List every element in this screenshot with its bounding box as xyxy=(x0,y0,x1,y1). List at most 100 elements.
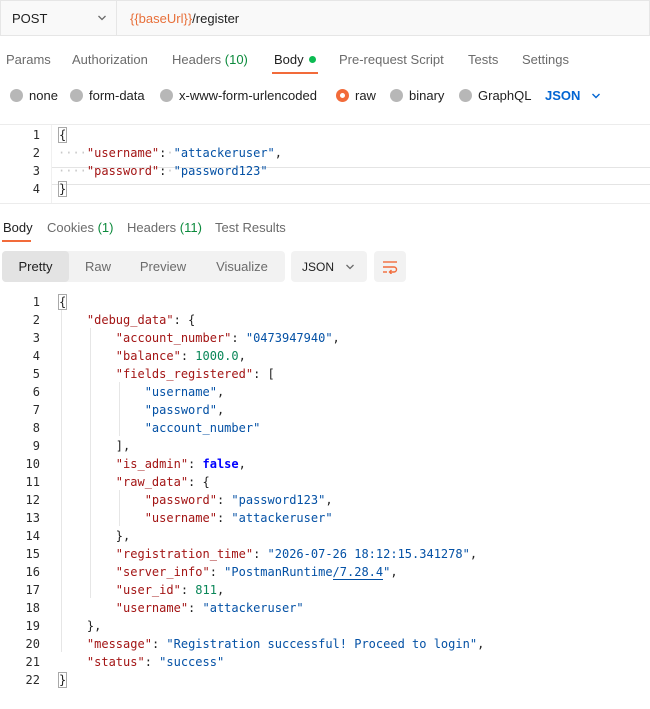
code-line: "status": "success" xyxy=(86,655,225,669)
line-number: 3 xyxy=(32,164,40,178)
response-headers-count: (11) xyxy=(179,220,202,235)
url-input[interactable]: {{baseUrl}}/register xyxy=(116,0,650,36)
cookies-count: (1) xyxy=(97,220,114,235)
line-number: 15 xyxy=(25,547,40,561)
radio-selected-icon xyxy=(336,89,349,102)
gutter-divider xyxy=(51,125,52,203)
line-number: 16 xyxy=(25,565,40,579)
code-line: ····"username":·"attackeruser", xyxy=(58,146,283,160)
wrap-lines-icon xyxy=(383,260,398,274)
mode-form-data[interactable]: form-data xyxy=(70,88,145,103)
code-line: ], xyxy=(115,439,131,453)
chevron-down-icon xyxy=(346,264,354,269)
url-variable: {{baseUrl}} xyxy=(130,10,193,26)
code-line: "username": "attackeruser" xyxy=(144,511,333,525)
line-number: 1 xyxy=(32,295,40,309)
mode-binary[interactable]: binary xyxy=(390,88,444,103)
tab-params[interactable]: Params xyxy=(6,52,51,67)
active-tab-indicator xyxy=(272,72,318,74)
radio-icon xyxy=(160,89,173,102)
tab-tests[interactable]: Tests xyxy=(468,52,498,67)
line-number: 8 xyxy=(32,421,40,435)
tab-headers[interactable]: Headers (10) xyxy=(172,52,248,67)
tab-response-body[interactable]: Body xyxy=(3,220,33,235)
response-format-select[interactable]: JSON xyxy=(291,251,367,282)
tab-settings[interactable]: Settings xyxy=(522,52,569,67)
tab-cookies[interactable]: Cookies (1) xyxy=(47,220,113,235)
code-line: "user_id": 811, xyxy=(115,583,225,597)
line-number: 1 xyxy=(32,128,40,142)
mode-x-www-form-urlencoded[interactable]: x-www-form-urlencoded xyxy=(160,88,317,103)
view-raw[interactable]: Raw xyxy=(69,251,127,282)
line-number: 21 xyxy=(25,655,40,669)
tab-test-results[interactable]: Test Results xyxy=(215,220,286,235)
request-tabs: Params Authorization Headers (10) Body P… xyxy=(0,50,650,74)
view-pretty[interactable]: Pretty xyxy=(2,251,69,282)
line-number: 19 xyxy=(25,619,40,633)
code-line: "message": "Registration successful! Pro… xyxy=(86,637,485,651)
view-visualize[interactable]: Visualize xyxy=(199,251,285,282)
code-line: } xyxy=(58,672,68,688)
language-label: JSON xyxy=(545,88,581,103)
line-number: 22 xyxy=(25,673,40,687)
mode-graphql[interactable]: GraphQL xyxy=(459,88,531,103)
request-url-bar: POST {{baseUrl}}/register xyxy=(0,0,650,36)
code-line: "registration_time": "2026-07-26 18:12:1… xyxy=(115,547,478,561)
line-number: 14 xyxy=(25,529,40,543)
line-number: 5 xyxy=(32,367,40,381)
code-line: "username": "attackeruser" xyxy=(115,601,304,615)
code-line: "server_info": "PostmanRuntime/7.28.4", xyxy=(115,565,398,580)
code-line: }, xyxy=(115,529,131,543)
code-line: "is_admin": false, xyxy=(115,457,246,471)
code-line: { xyxy=(58,127,68,143)
line-number: 7 xyxy=(32,403,40,417)
line-number: 17 xyxy=(25,583,40,597)
code-line: "raw_data": { xyxy=(115,475,210,489)
language-select[interactable]: JSON xyxy=(545,88,601,103)
line-number: 6 xyxy=(32,385,40,399)
tab-response-headers[interactable]: Headers (11) xyxy=(127,220,202,235)
method-select[interactable]: POST xyxy=(0,0,116,36)
tab-body[interactable]: Body xyxy=(274,52,316,67)
mode-raw[interactable]: raw xyxy=(336,88,376,103)
code-line: "password", xyxy=(144,403,225,417)
code-line: "fields_registered": [ xyxy=(115,367,275,381)
radio-icon xyxy=(10,89,23,102)
line-number: 3 xyxy=(32,331,40,345)
radio-icon xyxy=(70,89,83,102)
radio-icon xyxy=(459,89,472,102)
radio-icon xyxy=(390,89,403,102)
headers-count: (10) xyxy=(224,52,248,67)
view-preview[interactable]: Preview xyxy=(127,251,199,282)
line-number: 13 xyxy=(25,511,40,525)
code-line: "username", xyxy=(144,385,225,399)
line-number: 4 xyxy=(32,349,40,363)
line-number: 2 xyxy=(32,313,40,327)
code-line: { xyxy=(58,294,68,310)
line-number: 11 xyxy=(25,475,40,489)
request-body-editor[interactable]: 1 2 3 4 { ····"username":·"attackeruser"… xyxy=(0,124,650,204)
line-number: 9 xyxy=(32,439,40,453)
line-number: 2 xyxy=(32,146,40,160)
line-number: 4 xyxy=(32,182,40,196)
code-line: "account_number" xyxy=(144,421,261,435)
tab-authorization[interactable]: Authorization xyxy=(72,52,148,67)
wrap-lines-button[interactable] xyxy=(374,251,406,282)
line-number: 12 xyxy=(25,493,40,507)
format-label: JSON xyxy=(302,259,335,274)
active-tab-indicator xyxy=(2,240,31,242)
server-info-link[interactable]: /7.28.4 xyxy=(332,565,384,580)
line-number: 10 xyxy=(25,457,40,471)
line-number: 18 xyxy=(25,601,40,615)
code-line: } xyxy=(58,181,68,197)
body-mode-selector: none form-data x-www-form-urlencoded raw… xyxy=(0,86,650,106)
code-line: }, xyxy=(86,619,102,633)
response-body-viewer[interactable]: 1 2 3 4 5 6 7 8 9 10 11 12 13 14 15 16 1… xyxy=(0,292,650,692)
mode-none[interactable]: none xyxy=(10,88,58,103)
tab-pre-request-script[interactable]: Pre-request Script xyxy=(339,52,444,67)
code-line: "account_number": "0473947940", xyxy=(115,331,340,345)
view-mode-tabs: Pretty Raw Preview Visualize xyxy=(2,251,285,282)
code-line: ····"password":·"password123" xyxy=(58,164,268,178)
url-path: /register xyxy=(192,10,240,26)
code-line: "debug_data": { xyxy=(86,313,196,327)
